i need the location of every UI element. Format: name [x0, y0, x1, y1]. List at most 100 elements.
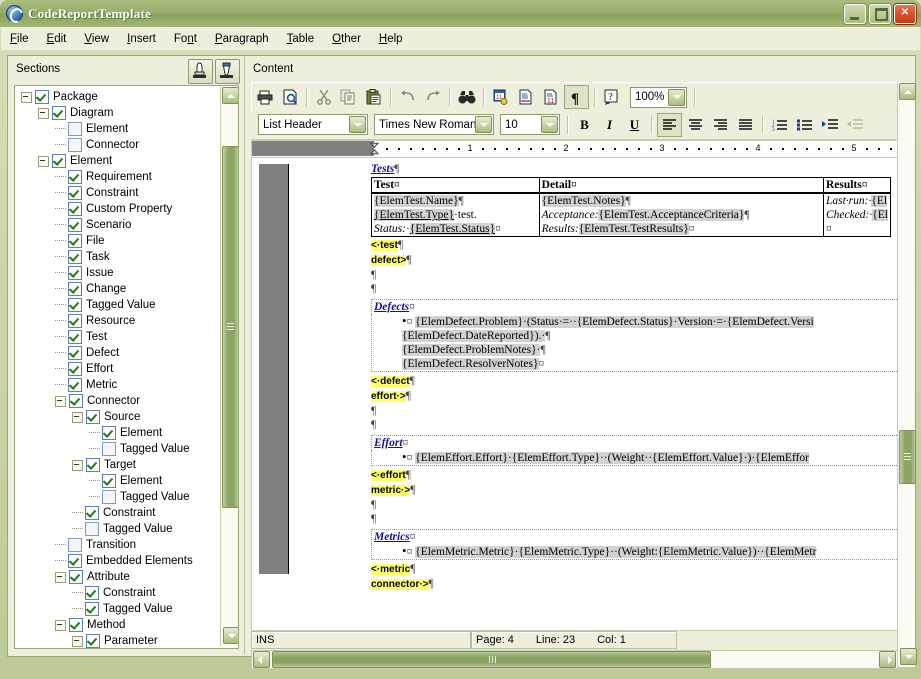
tree-expander-minus-icon[interactable]: [38, 108, 49, 119]
tree-node-connector[interactable]: Connector: [15, 393, 219, 409]
chevron-down-icon[interactable]: [668, 89, 685, 106]
chevron-down-icon[interactable]: [475, 116, 492, 133]
tree-node-test[interactable]: Test: [15, 329, 219, 345]
checkbox-unchecked-icon[interactable]: [68, 122, 82, 136]
checkbox-checked-icon[interactable]: [69, 570, 83, 584]
tree-scroll-up-button[interactable]: [222, 87, 239, 104]
tree-node-tagged-value[interactable]: Tagged Value: [15, 521, 219, 537]
checkbox-checked-icon[interactable]: [35, 90, 49, 104]
tree-expander-minus-icon[interactable]: [55, 572, 66, 583]
metrics-block[interactable]: •¤ {ElemMetric.Metric}·{ElemMetric.Type}…: [371, 544, 898, 560]
checkbox-checked-icon[interactable]: [68, 234, 82, 248]
tree-node-task[interactable]: Task: [15, 249, 219, 265]
minimize-button[interactable]: [844, 4, 866, 24]
checkbox-checked-icon[interactable]: [86, 634, 100, 648]
tree-node-embedded-elements[interactable]: Embedded Elements: [15, 553, 219, 569]
tree-vertical-scrollbar[interactable]: [220, 86, 238, 646]
document-body[interactable]: Tests¶ Test¤ Detail¤ Results¤ {ElemTest.…: [371, 162, 898, 592]
tree-node-metric[interactable]: Metric: [15, 377, 219, 393]
insert-field-button[interactable]: 11: [489, 86, 512, 108]
checkbox-checked-icon[interactable]: [102, 474, 116, 488]
bullet-list-button[interactable]: [793, 114, 816, 136]
tree-node-parameter[interactable]: Parameter: [15, 633, 219, 649]
tree-expander-minus-icon[interactable]: [55, 396, 66, 407]
checkbox-checked-icon[interactable]: [85, 586, 99, 600]
tree-node-connector[interactable]: Connector: [15, 137, 219, 153]
align-right-button[interactable]: [709, 114, 732, 136]
paragraph-style-combo[interactable]: List Header: [258, 114, 368, 135]
tree-node-constraint[interactable]: Constraint: [15, 505, 219, 521]
maximize-button[interactable]: [869, 4, 891, 24]
checkbox-checked-icon[interactable]: [85, 506, 99, 520]
effort-block[interactable]: •¤ {ElemEffort.Effort}·{ElemEffort.Type}…: [371, 450, 898, 466]
tree-node-source[interactable]: Source: [15, 409, 219, 425]
tree-node-target[interactable]: Target: [15, 457, 219, 473]
decrease-indent-button[interactable]: [843, 114, 866, 136]
tree-node-element[interactable]: Element: [15, 473, 219, 489]
bold-button[interactable]: B: [573, 114, 596, 136]
italic-button[interactable]: I: [598, 114, 621, 136]
show-marks-button[interactable]: ¶: [564, 85, 589, 109]
stamp-none-button[interactable]: [215, 59, 240, 84]
find-button[interactable]: [455, 86, 478, 108]
increase-indent-button[interactable]: [818, 114, 841, 136]
tree-expander-minus-icon[interactable]: [55, 620, 66, 631]
document-horizontal-scrollbar[interactable]: [251, 650, 898, 669]
menu-view[interactable]: View: [76, 31, 117, 47]
doc-scroll-right-button[interactable]: [879, 651, 896, 668]
doc-hscrollbar-thumb[interactable]: [272, 651, 711, 668]
redo-button[interactable]: [421, 86, 444, 108]
checkbox-checked-icon[interactable]: [68, 282, 82, 296]
checkbox-checked-icon[interactable]: [68, 298, 82, 312]
tree-scroll-down-button[interactable]: [223, 627, 239, 644]
checkbox-unchecked-icon[interactable]: [102, 490, 116, 504]
tree-node-diagram[interactable]: Diagram: [15, 105, 219, 121]
copy-button[interactable]: [337, 86, 360, 108]
menu-table[interactable]: Table: [279, 31, 323, 47]
cut-button[interactable]: [312, 86, 335, 108]
tree-node-defect[interactable]: Defect: [15, 345, 219, 361]
paste-button[interactable]: [362, 86, 385, 108]
checkbox-checked-icon[interactable]: [68, 170, 82, 184]
checkbox-checked-icon[interactable]: [68, 218, 82, 232]
checkbox-checked-icon[interactable]: [69, 618, 83, 632]
menu-file[interactable]: File: [2, 31, 37, 47]
document-canvas[interactable]: Tests¶ Test¤ Detail¤ Results¤ {ElemTest.…: [251, 157, 898, 631]
font-size-combo[interactable]: 10: [500, 114, 560, 135]
menu-help[interactable]: Help: [371, 31, 411, 47]
tests-cell-test[interactable]: {ElemTest.Name}¶ {ElemTest.Type}·test. S…: [372, 193, 540, 237]
checkbox-unchecked-icon[interactable]: [68, 538, 82, 552]
tree-node-tagged-value[interactable]: Tagged Value: [15, 489, 219, 505]
table-row[interactable]: {ElemTest.Name}¶ {ElemTest.Type}·test. S…: [372, 193, 891, 237]
menu-edit[interactable]: Edit: [39, 31, 75, 47]
checkbox-checked-icon[interactable]: [52, 106, 66, 120]
checkbox-checked-icon[interactable]: [68, 554, 82, 568]
tree-scrollbar-thumb[interactable]: [222, 146, 239, 508]
checkbox-checked-icon[interactable]: [68, 250, 82, 264]
tree-node-issue[interactable]: Issue: [15, 265, 219, 281]
tree-node-constraint[interactable]: Constraint: [15, 585, 219, 601]
menu-insert[interactable]: Insert: [119, 31, 164, 47]
sections-tree[interactable]: PackageDiagramElementConnectorElementReq…: [14, 85, 239, 649]
tree-node-resource[interactable]: Resource: [15, 313, 219, 329]
tree-expander-minus-icon[interactable]: [72, 460, 83, 471]
print-button[interactable]: [253, 86, 276, 108]
tree-node-tagged-value[interactable]: Tagged Value: [15, 441, 219, 457]
font-family-combo[interactable]: Times New Roman: [374, 114, 494, 135]
underline-button[interactable]: U: [623, 114, 646, 136]
align-left-button[interactable]: [657, 113, 682, 137]
chevron-down-icon[interactable]: [541, 116, 558, 133]
tree-node-attribute[interactable]: Attribute: [15, 569, 219, 585]
footnote-button[interactable]: 11: [539, 86, 562, 108]
undo-button[interactable]: [396, 86, 419, 108]
checkbox-checked-icon[interactable]: [85, 602, 99, 616]
tree-node-change[interactable]: Change: [15, 281, 219, 297]
tree-node-custom-property[interactable]: Custom Property: [15, 201, 219, 217]
tree-node-element[interactable]: Element: [15, 153, 219, 169]
menu-paragraph[interactable]: Paragraph: [207, 31, 277, 47]
tree-expander-minus-icon[interactable]: [38, 156, 49, 167]
checkbox-unchecked-icon[interactable]: [68, 138, 82, 152]
tests-cell-detail[interactable]: {ElemTest.Notes}¶ Acceptance:{ElemTest.A…: [539, 193, 823, 237]
page-break-button[interactable]: [514, 86, 537, 108]
checkbox-checked-icon[interactable]: [68, 378, 82, 392]
